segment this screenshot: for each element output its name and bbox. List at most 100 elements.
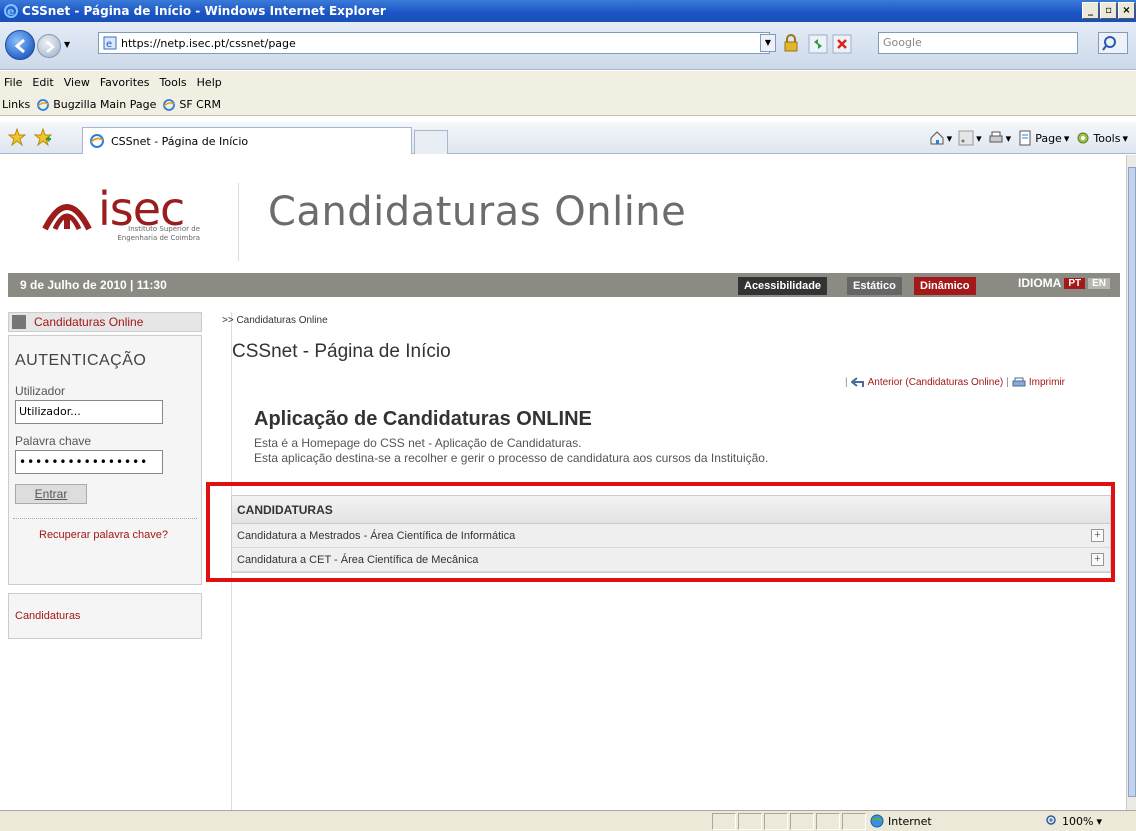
stop-icon[interactable] [832, 34, 852, 54]
zoom-icon [1046, 815, 1056, 825]
menu-favorites[interactable]: Favorites [100, 76, 150, 89]
back-arrow-icon [850, 377, 864, 387]
site-title: Candidaturas Online [268, 189, 687, 235]
tab-label: CSSnet - Página de Início [111, 134, 249, 148]
page-icon: e [103, 36, 117, 50]
login-button[interactable]: Entrar [15, 484, 87, 504]
language-label: IDIOMA [1018, 276, 1062, 290]
app-description: Esta é a Homepage do CSS net - Aplicação… [254, 436, 768, 466]
site-header: isec Instituto Superior de Engenharia de… [0, 155, 1126, 273]
command-bar: ▾ ▾ ▾ Page ▾ Tools ▾ [929, 130, 1128, 146]
chevron-down-icon: ▾ [1096, 814, 1102, 828]
ie-page-icon [37, 98, 50, 111]
menu-bar: File Edit View Favorites Tools Help [0, 71, 1136, 94]
close-button[interactable]: × [1118, 2, 1135, 19]
minimize-button[interactable]: _ [1082, 2, 1099, 19]
date-time: 9 de Julho de 2010 | 11:30 [20, 278, 167, 292]
security-zone[interactable]: Internet [870, 814, 932, 828]
menu-edit[interactable]: Edit [32, 76, 53, 89]
dynamic-mode-button[interactable]: Dinâmico [914, 277, 976, 295]
isec-logo-icon [42, 204, 92, 231]
printer-icon [1012, 377, 1026, 387]
home-command[interactable]: ▾ [929, 130, 952, 146]
status-bar: Internet 100% ▾ [0, 810, 1136, 831]
login-title: AUTENTICAÇÃO [15, 352, 147, 369]
forward-button[interactable] [37, 34, 61, 58]
link-bugzilla[interactable]: Bugzilla Main Page [36, 98, 156, 112]
address-input[interactable]: e https://netp.isec.pt/cssnet/page [98, 32, 770, 54]
highlight-box [206, 482, 1115, 582]
status-cell [764, 813, 788, 830]
home-icon [930, 131, 944, 145]
links-label: Links [2, 98, 31, 111]
links-bar: Links Bugzilla Main Page SF CRM [0, 94, 1136, 116]
status-cell [790, 813, 814, 830]
logo-subtitle-line: Instituto Superior de [128, 225, 200, 233]
svg-text:e: e [7, 5, 14, 18]
zoom-control[interactable]: 100% ▾ [1045, 814, 1102, 828]
back-link[interactable]: Anterior (Candidaturas Online) [868, 377, 1004, 388]
search-icon [1102, 36, 1116, 51]
password-field[interactable]: •••••••••••••••• [15, 450, 163, 474]
divider: | [845, 377, 848, 388]
window-title: CSSnet - Página de Início - Windows Inte… [22, 4, 386, 18]
breadcrumb[interactable]: >> Candidaturas Online [222, 315, 328, 326]
link-bugzilla-label: Bugzilla Main Page [53, 98, 157, 111]
logo-subtitle: Instituto Superior de Engenharia de Coim… [88, 225, 200, 243]
page-actions: | Anterior (Candidaturas Online) | Impri… [845, 377, 1065, 388]
scrollbar-thumb[interactable] [1128, 167, 1136, 797]
password-label: Palavra chave [15, 434, 92, 448]
print-link[interactable]: Imprimir [1029, 377, 1065, 388]
refresh-icon[interactable] [808, 34, 828, 54]
lang-en-button[interactable]: EN [1088, 277, 1111, 289]
gear-icon [1077, 132, 1089, 144]
accessibility-button[interactable]: Acessibilidade [738, 277, 828, 295]
tab-cssnet[interactable]: CSSnet - Página de Início [82, 127, 412, 154]
language-selector: IDIOMA PT EN [1018, 273, 1111, 293]
page-viewport: isec Instituto Superior de Engenharia de… [0, 155, 1126, 810]
header-divider [238, 183, 239, 261]
app-title: Aplicação de Candidaturas ONLINE [254, 408, 592, 430]
menu-tools[interactable]: Tools [160, 76, 187, 89]
description-line: Esta aplicação destina-se a recolher e g… [254, 451, 769, 465]
sidebar-home-link[interactable]: Candidaturas Online [8, 312, 202, 332]
lock-icon[interactable] [782, 34, 800, 52]
menu-view[interactable]: View [64, 76, 90, 89]
recover-password-link[interactable]: Recuperar palavra chave? [39, 529, 169, 541]
back-arrow-icon [14, 38, 25, 54]
favorites-star-icon[interactable] [8, 128, 26, 146]
lang-pt-button[interactable]: PT [1064, 277, 1086, 289]
add-favorite-icon[interactable] [34, 128, 52, 146]
status-cell [712, 813, 736, 830]
search-button[interactable] [1098, 32, 1128, 54]
print-command[interactable]: ▾ [988, 130, 1011, 146]
zoom-level: 100% [1062, 814, 1094, 828]
globe-icon [870, 814, 884, 828]
static-mode-button[interactable]: Estático [847, 277, 902, 295]
address-toolbar: ▼ e https://netp.isec.pt/cssnet/page ▼ G… [0, 22, 1136, 70]
ie-page-icon [90, 134, 104, 148]
home-icon [12, 315, 26, 329]
username-field[interactable]: Utilizador... [15, 400, 163, 424]
search-input[interactable]: Google [878, 32, 1078, 54]
tab-bar: CSSnet - Página de Início ▾ ▾ ▾ Page ▾ T… [0, 122, 1136, 154]
vertical-scrollbar[interactable] [1126, 155, 1136, 810]
sidebar-candidaturas-link[interactable]: Candidaturas [8, 593, 202, 639]
maximize-button[interactable]: ▫ [1100, 2, 1117, 19]
menu-file[interactable]: File [4, 76, 22, 89]
page-menu[interactable]: Page ▾ [1017, 130, 1069, 146]
address-dropdown[interactable]: ▼ [760, 34, 776, 52]
link-sf-crm[interactable]: SF CRM [162, 98, 221, 112]
tools-menu-label: Tools [1093, 131, 1121, 145]
printer-icon [989, 131, 1003, 143]
new-tab-button[interactable] [414, 130, 448, 154]
back-button[interactable] [5, 30, 35, 60]
recent-pages-dropdown[interactable]: ▼ [64, 40, 70, 49]
menu-help[interactable]: Help [197, 76, 222, 89]
forward-arrow-icon [46, 41, 55, 53]
feeds-command[interactable]: ▾ [958, 130, 982, 146]
login-panel: AUTENTICAÇÃO Utilizador Utilizador... Pa… [8, 335, 202, 585]
status-cell [738, 813, 762, 830]
logo-subtitle-line: Engenharia de Coimbra [117, 234, 200, 242]
tools-menu[interactable]: Tools ▾ [1075, 130, 1128, 146]
